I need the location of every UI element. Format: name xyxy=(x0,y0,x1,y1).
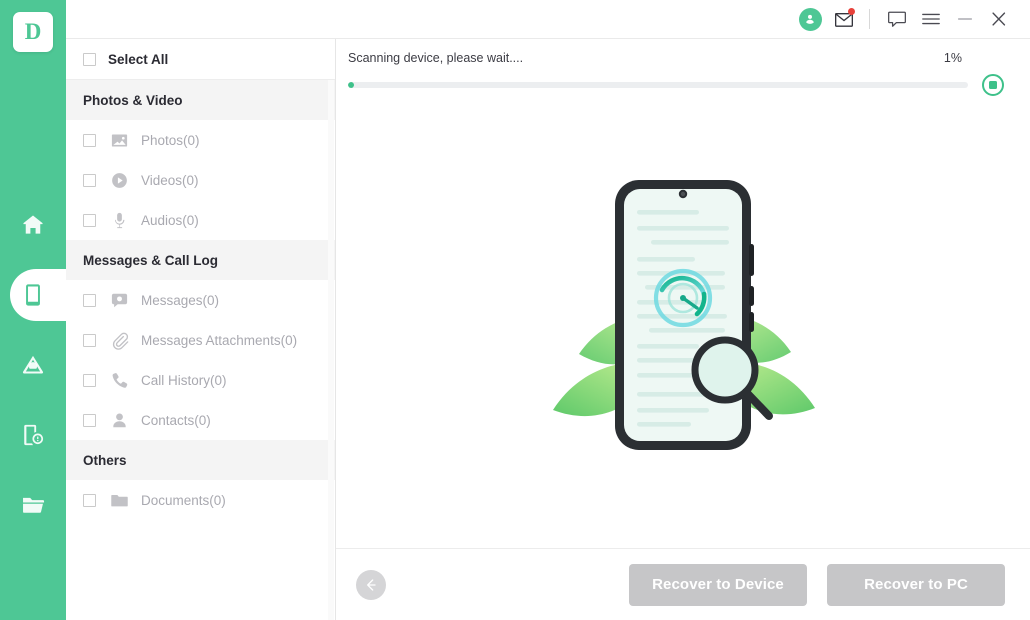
file-type-list: Select All Photos & Video Photos(0) Vide… xyxy=(66,39,336,620)
list-item-label: Messages Attachments(0) xyxy=(141,332,298,348)
scan-status-text: Scanning device, please wait.... xyxy=(348,51,524,65)
minimize-icon xyxy=(957,18,973,20)
recover-to-device-button[interactable]: Recover to Device xyxy=(629,563,807,606)
phone-icon xyxy=(26,284,40,306)
video-play-icon xyxy=(109,170,129,190)
device-info-icon xyxy=(24,424,44,446)
list-item-contacts[interactable]: Contacts(0) xyxy=(66,400,335,440)
app-logo: D xyxy=(13,12,53,52)
title-bar xyxy=(66,0,1030,38)
scan-percent-label: 1% xyxy=(943,51,962,65)
list-item-label: Documents(0) xyxy=(141,492,226,508)
section-header-messages-call-log: Messages & Call Log xyxy=(66,240,335,280)
list-item-label: Audios(0) xyxy=(141,212,199,228)
folder-filled-icon xyxy=(109,490,129,510)
section-header-others: Others xyxy=(66,440,335,480)
toolbar-separator xyxy=(869,9,870,29)
checkbox-messages[interactable] xyxy=(83,293,96,307)
left-nav-rail: D xyxy=(0,0,90,620)
cloud-icon xyxy=(22,355,44,374)
section-header-photos-video: Photos & Video xyxy=(66,80,335,120)
list-item-label: Videos(0) xyxy=(141,172,199,188)
phone-scanning-illustration xyxy=(553,179,815,450)
list-item-call-history[interactable]: Call History(0) xyxy=(66,360,335,400)
list-item-label: Contacts(0) xyxy=(141,412,211,428)
bottom-action-bar: Recover to Device Recover to PC xyxy=(336,548,1030,620)
close-icon xyxy=(992,12,1006,26)
progress-text-row: Scanning device, please wait.... 1% xyxy=(348,51,1006,65)
content-area: Select All Photos & Video Photos(0) Vide… xyxy=(66,38,1030,620)
list-item-documents[interactable]: Documents(0) xyxy=(66,480,335,520)
account-circle-icon xyxy=(798,7,822,31)
menu-button[interactable] xyxy=(914,4,948,34)
list-item-label: Messages(0) xyxy=(141,292,220,308)
list-item-messages-attachments[interactable]: Messages Attachments(0) xyxy=(66,320,335,360)
file-list-scrollbar[interactable] xyxy=(328,80,334,620)
mail-notification-badge xyxy=(848,8,855,15)
sidebar-item-files[interactable] xyxy=(0,470,66,540)
hamburger-menu-icon xyxy=(922,13,940,25)
message-bubble-icon xyxy=(109,290,129,310)
list-item-videos[interactable]: Videos(0) xyxy=(66,160,335,200)
main-panel: Scanning device, please wait.... 1% Reco… xyxy=(336,39,1030,620)
close-button[interactable] xyxy=(982,4,1016,34)
select-all-label: Select All xyxy=(108,51,169,67)
list-item-audios[interactable]: Audios(0) xyxy=(66,200,335,240)
account-button[interactable] xyxy=(793,4,827,34)
rail-item-list xyxy=(0,190,90,540)
paperclip-icon xyxy=(109,330,129,350)
illustration-area xyxy=(336,91,1030,548)
scan-progress-area: Scanning device, please wait.... 1% xyxy=(336,39,1030,96)
select-all-row[interactable]: Select All xyxy=(66,39,335,80)
stop-scan-icon xyxy=(989,81,997,89)
chat-bubble-icon xyxy=(888,11,906,27)
sidebar-item-device[interactable] xyxy=(0,260,90,330)
checkbox-call-history[interactable] xyxy=(83,373,96,387)
phone-handset-icon xyxy=(109,370,129,390)
progress-bar-track xyxy=(348,82,968,88)
mail-button[interactable] xyxy=(827,4,861,34)
checkbox-contacts[interactable] xyxy=(83,413,96,427)
list-item-messages[interactable]: Messages(0) xyxy=(66,280,335,320)
back-button[interactable] xyxy=(356,569,386,600)
sidebar-item-home[interactable] xyxy=(0,190,66,260)
list-item-photos[interactable]: Photos(0) xyxy=(66,120,335,160)
minimize-button[interactable] xyxy=(948,4,982,34)
back-arrow-icon xyxy=(367,578,376,591)
checkbox-audios[interactable] xyxy=(83,213,96,227)
checkbox-messages-attachments[interactable] xyxy=(83,333,96,347)
feedback-button[interactable] xyxy=(880,4,914,34)
sidebar-item-device-repair[interactable] xyxy=(0,400,66,470)
list-item-label: Call History(0) xyxy=(141,372,227,388)
progress-bar-fill xyxy=(348,82,355,88)
home-icon xyxy=(23,215,43,234)
window-body: Select All Photos & Video Photos(0) Vide… xyxy=(66,0,1030,620)
recover-to-pc-button[interactable]: Recover to PC xyxy=(827,563,1005,606)
list-item-label: Photos(0) xyxy=(141,132,200,148)
checkbox-documents[interactable] xyxy=(83,493,96,507)
app-window: D Select All Photos & Video Photos(0) Vi… xyxy=(0,0,1030,620)
checkbox-photos[interactable] xyxy=(83,133,96,147)
sidebar-item-cloud[interactable] xyxy=(0,330,66,400)
folder-icon xyxy=(23,497,45,513)
microphone-icon xyxy=(109,210,129,230)
select-all-checkbox[interactable] xyxy=(83,52,96,66)
person-icon xyxy=(109,410,129,430)
image-icon xyxy=(109,130,129,150)
checkbox-videos[interactable] xyxy=(83,173,96,187)
